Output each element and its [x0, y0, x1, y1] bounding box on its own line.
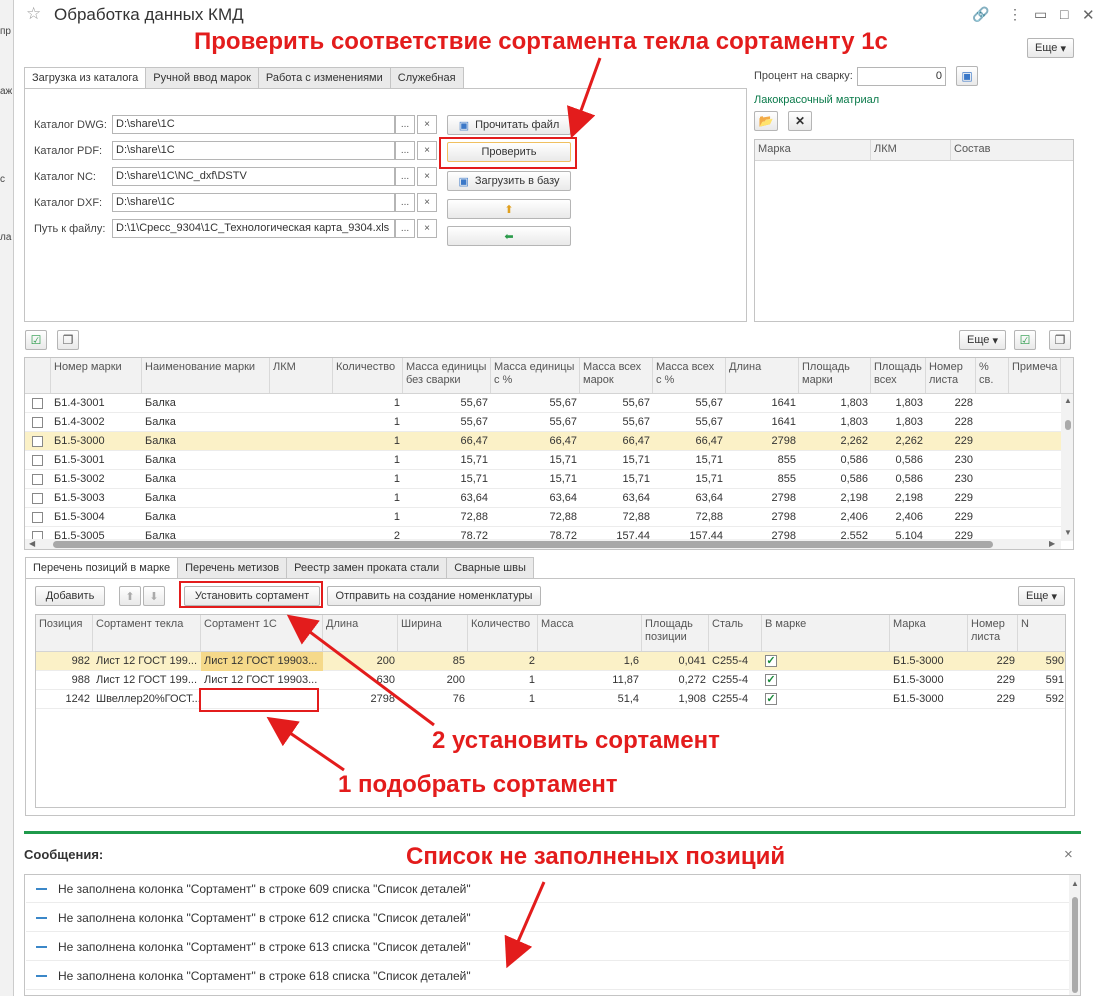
background-window-strip: пр аж с ла — [0, 0, 14, 996]
arrow-to-check — [567, 57, 602, 139]
annotation-list: Список не заполненых позиций — [406, 843, 786, 870]
annotation-pick: 1 подобрать сортамент — [338, 771, 618, 798]
strip-text: ла — [0, 232, 12, 243]
annotation-check: Проверить соответствие сортамента текла … — [194, 28, 888, 55]
arrow-to-set — [286, 614, 435, 727]
strip-text: аж — [0, 86, 13, 97]
form-window: ☆ Обработка данных КМД 🔗 ⋮ ▭ □ ✕ Еще ▾ З… — [14, 0, 1106, 996]
arrow-to-cell — [266, 716, 345, 772]
annotation-set: 2 установить сортамент — [432, 727, 720, 754]
strip-text: пр — [0, 26, 11, 37]
strip-text: с — [0, 174, 5, 185]
arrow-to-messages — [504, 881, 546, 969]
